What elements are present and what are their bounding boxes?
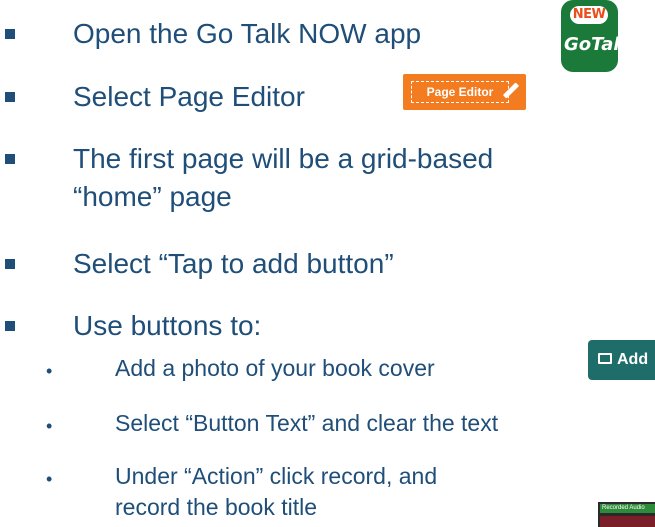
bullet-marker: [5, 154, 15, 164]
bullet-select-page-editor: Select Page Editor: [73, 81, 305, 112]
recorded-audio-label: Recorded Audio: [600, 504, 655, 513]
bullet-marker: [5, 29, 15, 39]
bullet-marker: [5, 259, 15, 269]
sub-bullet-button-text: Select “Button Text” and clear the text: [115, 410, 499, 436]
page-editor-button[interactable]: Page Editor: [403, 74, 526, 110]
sub-bullet-add-photo: Add a photo of your book cover: [115, 355, 435, 381]
sub-bullet-action-record-line2: record the book title: [115, 494, 318, 520]
record-bar[interactable]: [600, 516, 655, 527]
bullet-first-page-line2: “home” page: [73, 181, 232, 212]
sub-bullet-dot: •: [46, 361, 53, 381]
image-icon: [598, 353, 612, 364]
add-photo-button[interactable]: Add: [588, 340, 655, 380]
sub-bullet-dot: •: [46, 416, 53, 436]
sub-bullet-dot: •: [46, 469, 53, 489]
bullet-open-app: Open the Go Talk NOW app: [73, 18, 422, 49]
app-gotalk-logo: GoTalk: [564, 34, 618, 55]
app-new-badge: NEW: [570, 6, 608, 24]
bullet-first-page-line1: The first page will be a grid-based: [73, 143, 494, 174]
bullet-marker: [5, 92, 15, 102]
bullet-tap-to-add: Select “Tap to add button”: [73, 248, 394, 279]
page-editor-label: Page Editor: [411, 81, 509, 103]
sub-bullet-action-record-line1: Under “Action” click record, and: [115, 463, 438, 489]
add-button-label: Add: [617, 351, 649, 368]
gotalk-now-app-icon[interactable]: NEW GoTalk: [561, 0, 618, 72]
recorded-audio-thumbnail: Recorded Audio: [598, 502, 655, 527]
bullet-use-buttons: Use buttons to:: [73, 310, 262, 341]
bullet-marker: [5, 321, 15, 331]
